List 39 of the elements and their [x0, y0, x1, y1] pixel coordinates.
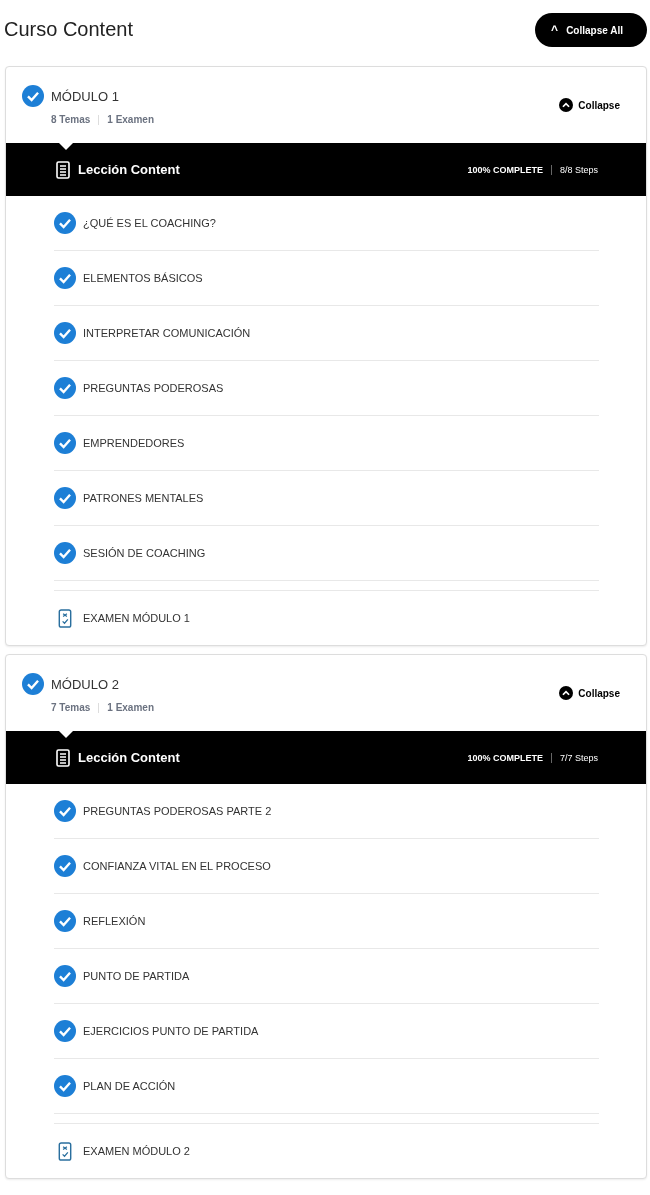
chevron-icon: [559, 686, 574, 700]
lesson-link[interactable]: PREGUNTAS PODEROSAS: [83, 382, 224, 394]
progress-text: 100% COMPLETE: [467, 164, 543, 175]
lesson-link[interactable]: EMPRENDEDORES: [83, 437, 185, 449]
quiz-icon: [58, 1141, 72, 1161]
document-icon: [56, 748, 70, 767]
lesson-link[interactable]: ¿QUÉ ES EL COACHING?: [83, 217, 216, 229]
lesson-link[interactable]: PATRONES MENTALES: [83, 492, 204, 504]
lesson-label: Lección Content: [78, 750, 180, 765]
chevron-icon: [559, 98, 574, 112]
exams-count: 1 Examen: [107, 114, 154, 125]
lesson-link[interactable]: SESIÓN DE COACHING: [83, 547, 206, 559]
collapse-button[interactable]: Collapse: [559, 98, 620, 112]
lesson-link[interactable]: PREGUNTAS PODEROSAS PARTE 2: [83, 805, 272, 817]
lesson-link[interactable]: EJERCICIOS PUNTO DE PARTIDA: [83, 1025, 259, 1037]
module-title: MÓDULO 1: [51, 88, 119, 104]
pointer-notch: [58, 730, 74, 738]
module-title: MÓDULO 2: [51, 676, 119, 692]
lesson-link[interactable]: REFLEXIÓN: [83, 915, 146, 927]
document-icon: [56, 160, 70, 179]
lesson-link[interactable]: PUNTO DE PARTIDA: [83, 970, 190, 982]
collapse-all-button[interactable]: ^ Collapse All: [535, 13, 647, 47]
exams-count: 1 Examen: [107, 702, 154, 713]
pointer-notch: [58, 142, 74, 150]
progress-text: 100% COMPLETE: [467, 752, 543, 763]
lesson-link[interactable]: ELEMENTOS BÁSICOS: [83, 272, 203, 284]
topics-count: 7 Temas: [51, 702, 91, 713]
steps-text: 7/7 Steps: [559, 752, 598, 763]
steps-text: 8/8 Steps: [559, 164, 598, 175]
lesson-link[interactable]: EXAMEN MÓDULO 2: [83, 1145, 190, 1157]
lesson-link[interactable]: EXAMEN MÓDULO 1: [83, 612, 190, 624]
page-title: Curso Content: [4, 17, 133, 41]
lesson-link[interactable]: PLAN DE ACCIÓN: [83, 1080, 176, 1092]
collapse-button[interactable]: Collapse: [559, 686, 620, 700]
quiz-icon: [58, 608, 72, 628]
lesson-link[interactable]: INTERPRETAR COMUNICACIÓN: [83, 327, 251, 339]
lesson-label: Lección Content: [78, 162, 180, 177]
lesson-link[interactable]: CONFIANZA VITAL EN EL PROCESO: [83, 860, 271, 872]
topics-count: 8 Temas: [51, 114, 91, 125]
